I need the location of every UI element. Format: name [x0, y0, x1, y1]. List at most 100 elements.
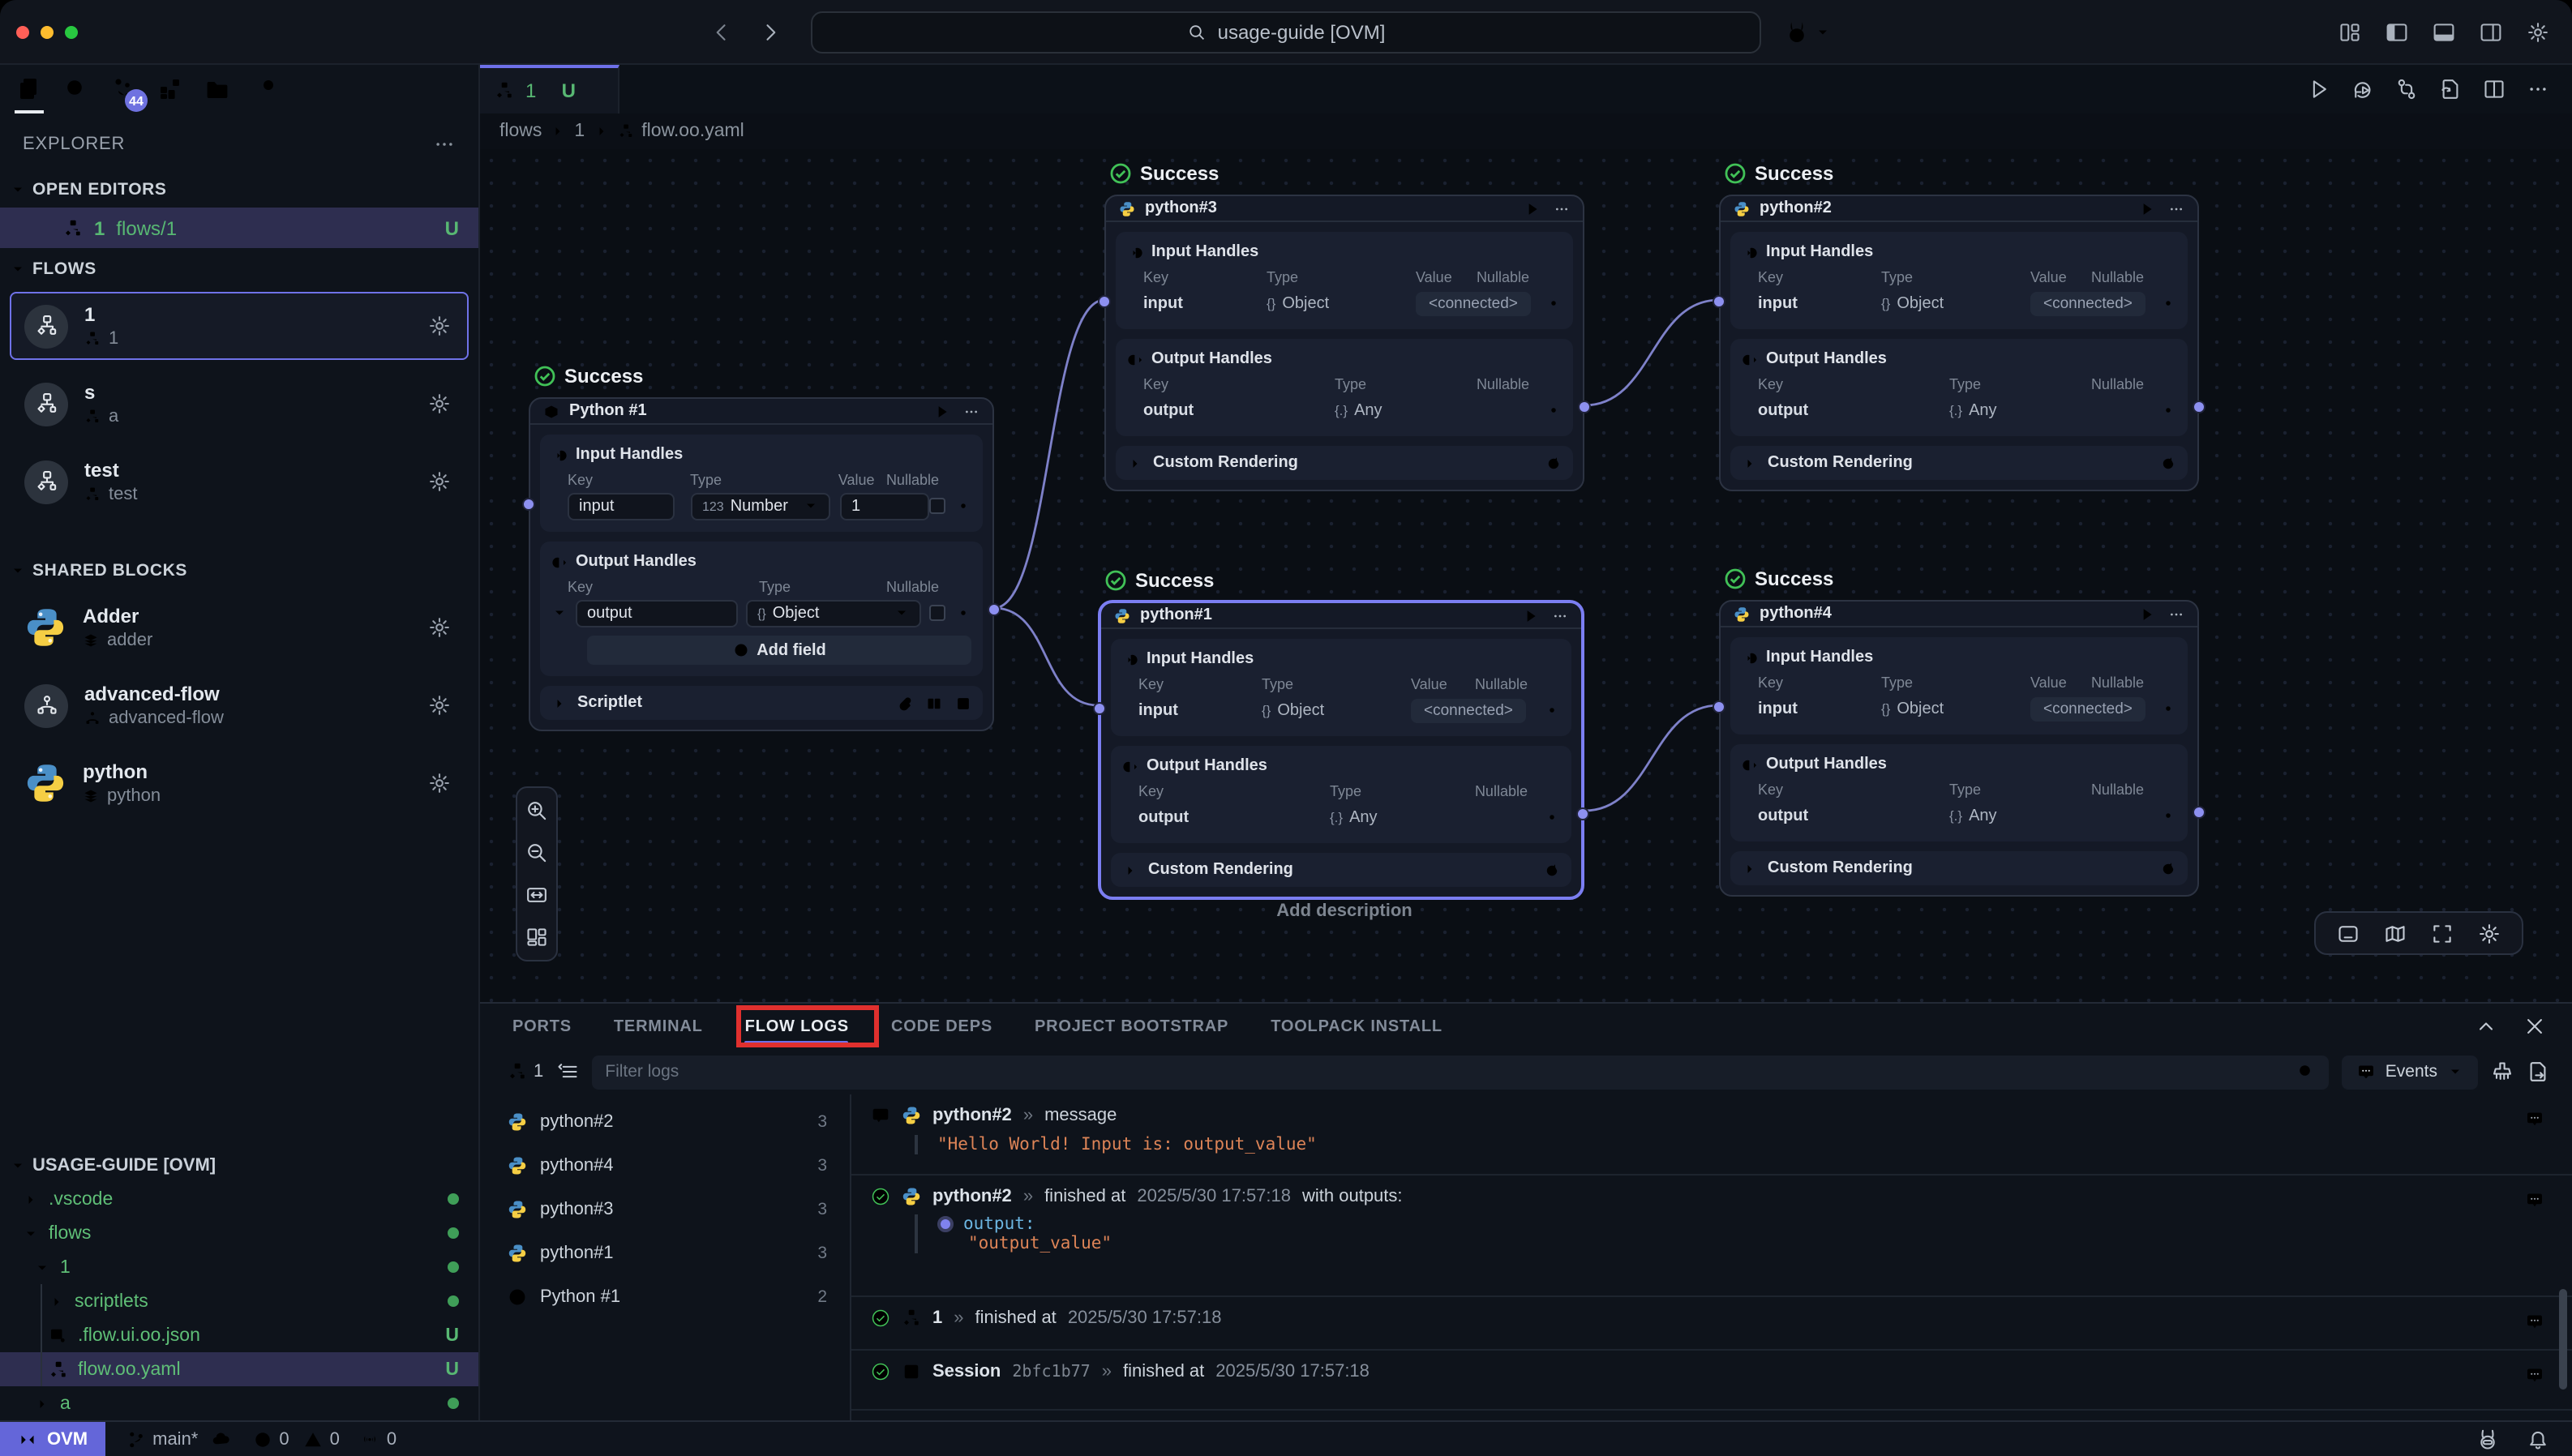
gear-icon[interactable]: [2160, 402, 2176, 418]
breadcrumb-1[interactable]: 1: [574, 122, 585, 141]
blocks-view-icon[interactable]: [157, 76, 183, 102]
node-header[interactable]: Python #1: [530, 399, 992, 425]
node-python-main[interactable]: Success Python #1 Input Handles KeyTypeV…: [529, 397, 994, 731]
remote-indicator[interactable]: OVM: [0, 1422, 105, 1456]
close-window-button[interactable]: [16, 25, 29, 38]
map-icon[interactable]: [2384, 922, 2407, 944]
chevron-up-icon[interactable]: [2475, 1015, 2497, 1038]
run-node-icon[interactable]: [1524, 200, 1541, 216]
gear-icon[interactable]: [428, 773, 451, 795]
output-handle[interactable]: [2193, 806, 2205, 819]
git-compare-icon[interactable]: [2395, 78, 2418, 101]
comment-icon[interactable]: [2525, 1312, 2544, 1331]
console-icon[interactable]: [2337, 922, 2360, 944]
comment-icon[interactable]: [2525, 1190, 2544, 1210]
breadcrumb[interactable]: flows 1 flow.oo.yaml: [480, 113, 2572, 149]
gear-icon[interactable]: [2478, 922, 2501, 944]
search-view-icon[interactable]: [63, 76, 89, 102]
tab-ports[interactable]: PORTS: [512, 1006, 572, 1047]
gear-icon[interactable]: [2160, 295, 2176, 311]
zoom-out-icon[interactable]: [525, 841, 548, 864]
list-item-python3[interactable]: python#33: [480, 1187, 850, 1231]
input-handle[interactable]: [1093, 702, 1106, 715]
scriptlet-section[interactable]: Scriptlet: [540, 686, 983, 720]
folder-view-icon[interactable]: [204, 76, 230, 102]
list-item-python2[interactable]: python#23: [480, 1099, 850, 1143]
toggle-left-sidebar-icon[interactable]: [2386, 20, 2408, 43]
toggle-right-sidebar-icon[interactable]: [2480, 20, 2502, 43]
node-header[interactable]: python#2: [1721, 196, 2197, 222]
flows-header[interactable]: FLOWS: [0, 249, 478, 288]
tab-project-bootstrap[interactable]: PROJECT BOOTSTRAP: [1035, 1006, 1228, 1047]
list-item-python4[interactable]: python#43: [480, 1143, 850, 1187]
tree-item-vscode[interactable]: .vscode: [0, 1183, 478, 1217]
output-handle[interactable]: [1578, 400, 1591, 413]
close-icon[interactable]: [36, 220, 52, 236]
log-level-list-icon[interactable]: [556, 1060, 579, 1083]
node-python3[interactable]: Success python#3 Input Handles KeyTypeVa…: [1104, 195, 1584, 491]
node-python1[interactable]: Success python#1 Input Handles KeyTypeVa…: [1098, 600, 1584, 900]
ellipsis-icon[interactable]: [2168, 200, 2184, 216]
flow-canvas[interactable]: Success Python #1 Input Handles KeyTypeV…: [480, 149, 2572, 1002]
clear-logs-icon[interactable]: [2491, 1060, 2514, 1083]
tree-item-1[interactable]: 1: [0, 1251, 478, 1285]
zoom-in-icon[interactable]: [525, 799, 548, 822]
output-handle[interactable]: [2193, 400, 2205, 413]
list-item-python-main[interactable]: Python #12: [480, 1274, 850, 1318]
open-external-icon[interactable]: [955, 695, 971, 711]
customize-layout-icon[interactable]: [2338, 20, 2361, 43]
tree-item-flow-ui-json[interactable]: .flow.ui.oo.jsonU: [0, 1318, 478, 1352]
gear-icon[interactable]: [2160, 700, 2176, 717]
shared-block-advanced-flow[interactable]: advanced-flow advanced-flow: [10, 672, 469, 740]
tab-terminal[interactable]: TERMINAL: [614, 1006, 703, 1047]
gear-icon[interactable]: [428, 617, 451, 640]
close-icon[interactable]: [587, 83, 603, 99]
shared-block-python[interactable]: python python: [10, 750, 469, 818]
cloud-upload-icon[interactable]: [212, 1429, 232, 1449]
history-forward-icon[interactable]: [759, 20, 782, 43]
breadcrumb-file[interactable]: flow.oo.yaml: [641, 122, 744, 141]
custom-rendering-section[interactable]: Custom Rendering: [1111, 853, 1571, 887]
output-handle[interactable]: [988, 603, 1001, 616]
close-panel-icon[interactable]: [2523, 1015, 2546, 1038]
add-field-button[interactable]: Add field: [587, 636, 971, 665]
tab-flow-1[interactable]: 1 U: [480, 65, 619, 113]
tree-item-a[interactable]: a: [0, 1386, 478, 1420]
add-input-icon[interactable]: [955, 447, 971, 463]
minimize-window-button[interactable]: [41, 25, 54, 38]
node-header[interactable]: python#3: [1106, 196, 1583, 222]
flow-item-s[interactable]: s a: [10, 370, 469, 439]
input-handle[interactable]: [1713, 700, 1725, 713]
add-output-icon[interactable]: [955, 554, 971, 570]
ellipsis-icon[interactable]: [963, 403, 980, 419]
maximize-window-button[interactable]: [65, 25, 78, 38]
refresh-icon[interactable]: [2160, 455, 2176, 471]
tree-item-flows[interactable]: flows: [0, 1217, 478, 1251]
tree-item-scriptlets[interactable]: scriptlets: [0, 1284, 478, 1318]
filter-logs-input[interactable]: [605, 1062, 2283, 1081]
output-handle[interactable]: [1576, 807, 1589, 820]
run-node-icon[interactable]: [2139, 606, 2155, 622]
input-value-field[interactable]: 1: [840, 492, 929, 520]
input-key-field[interactable]: input: [568, 492, 675, 520]
assistant-menu[interactable]: [1784, 19, 1831, 45]
tree-item-flow-yaml[interactable]: flow.oo.yamlU: [0, 1352, 478, 1386]
ports-status[interactable]: 0: [361, 1429, 397, 1449]
input-handle[interactable]: [1713, 295, 1725, 308]
output-type-select[interactable]: {}Object: [746, 599, 921, 627]
bell-icon[interactable]: [2527, 1428, 2549, 1450]
gear-icon[interactable]: [1545, 402, 1562, 418]
input-handle[interactable]: [1098, 295, 1111, 308]
ellipsis-icon[interactable]: [1552, 607, 1568, 623]
gear-icon[interactable]: [955, 498, 971, 514]
gear-icon[interactable]: [428, 393, 451, 416]
nullable-checkbox[interactable]: [929, 605, 945, 621]
output-key-field[interactable]: output: [576, 599, 738, 627]
gear-icon[interactable]: [428, 471, 451, 494]
ellipsis-icon[interactable]: [2168, 606, 2184, 622]
custom-rendering-section[interactable]: Custom Rendering: [1730, 446, 2188, 480]
breadcrumb-flows[interactable]: flows: [499, 122, 542, 141]
flow-item-1[interactable]: 1 1: [10, 293, 469, 361]
log-entry-flow-finished[interactable]: 1»finished at2025/5/30 17:57:18: [851, 1297, 2572, 1351]
fit-view-icon[interactable]: [525, 884, 548, 906]
